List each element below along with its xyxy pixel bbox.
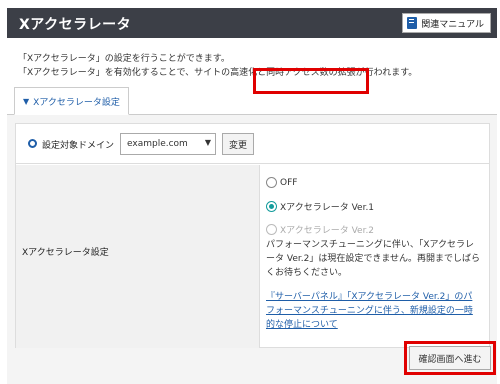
highlight-ver1 bbox=[253, 68, 369, 94]
radio-off[interactable] bbox=[266, 177, 277, 188]
radio-ver2 bbox=[266, 224, 277, 235]
domain-row: 設定対象ドメイン example.com ▼ 変更 bbox=[16, 124, 489, 164]
option-ver1[interactable]: Xアクセラレータ Ver.1 bbox=[266, 200, 374, 213]
settings-card: 設定対象ドメイン example.com ▼ 変更 Xアクセラレータ設定 OFF… bbox=[15, 123, 490, 348]
tab-bar: ▼ Xアクセラレータ設定 bbox=[7, 87, 497, 115]
setting-label-cell: Xアクセラレータ設定 bbox=[16, 165, 260, 348]
option-ver2: Xアクセラレータ Ver.2 bbox=[266, 223, 374, 236]
related-manual-label: 関連マニュアル bbox=[421, 19, 484, 30]
change-button[interactable]: 変更 bbox=[222, 133, 254, 155]
page-title: Xアクセラレータ bbox=[19, 17, 132, 33]
option-off-label: OFF bbox=[280, 177, 298, 188]
radio-ver1[interactable] bbox=[266, 201, 277, 212]
option-ver1-label: Xアクセラレータ Ver.1 bbox=[280, 203, 375, 213]
ver2-info-link[interactable]: 『サーバーパネル』「Xアクセラレータ Ver.2」のパフォーマンスチューニングに… bbox=[266, 290, 481, 332]
bullet-icon bbox=[28, 139, 37, 148]
ver2-note: パフォーマンスチューニングに伴い、「Xアクセラレータ Ver.2」は現在設定でき… bbox=[266, 240, 481, 278]
tab-xaccelerator-settings[interactable]: ▼ Xアクセラレータ設定 bbox=[14, 87, 129, 115]
page-header: Xアクセラレータ 関連マニュアル bbox=[7, 8, 497, 38]
domain-select[interactable]: example.com ▼ bbox=[120, 133, 216, 155]
book-icon bbox=[407, 17, 418, 29]
tab-label: Xアクセラレータ設定 bbox=[33, 97, 120, 108]
setting-label: Xアクセラレータ設定 bbox=[22, 248, 109, 258]
intro-line-1: 「Xアクセラレータ」の設定を行うことができます。 bbox=[18, 54, 230, 64]
domain-select-value: example.com bbox=[127, 139, 188, 149]
chevron-down-icon: ▼ bbox=[204, 138, 211, 147]
domain-label: 設定対象ドメイン bbox=[42, 141, 115, 151]
highlight-confirm bbox=[404, 341, 496, 375]
related-manual-button[interactable]: 関連マニュアル bbox=[402, 13, 491, 33]
option-ver2-label: Xアクセラレータ Ver.2 bbox=[280, 226, 375, 236]
chevron-down-icon: ▼ bbox=[23, 96, 30, 106]
option-off[interactable]: OFF bbox=[266, 177, 297, 188]
